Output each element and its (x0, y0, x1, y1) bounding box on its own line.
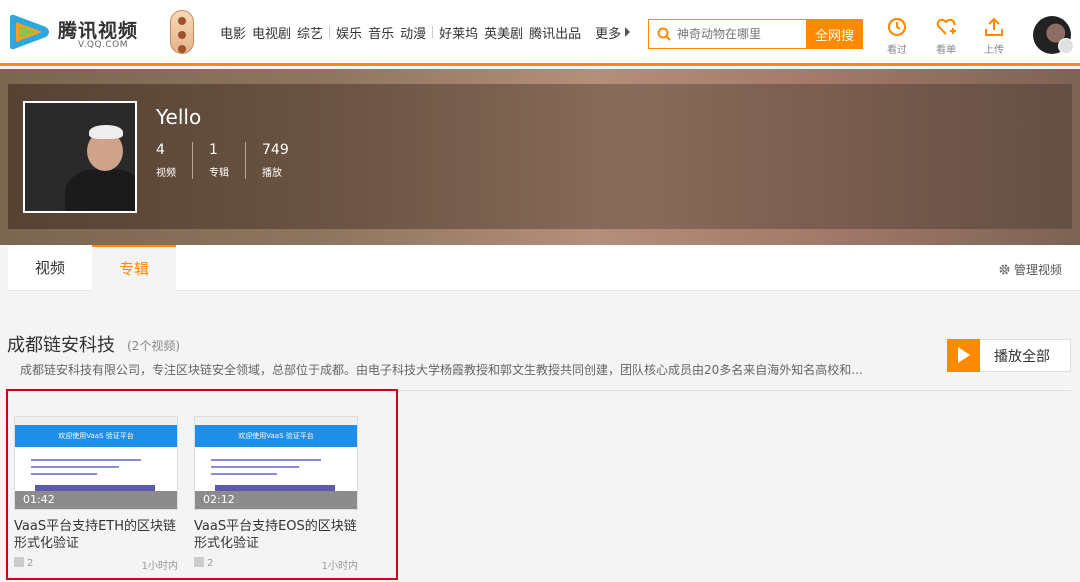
nav-hollywood[interactable]: 好莱坞 (439, 23, 478, 42)
album-title: 成都链安科技 (7, 335, 115, 356)
nav-more-label: 更多 (595, 26, 622, 42)
nav-variety[interactable]: 综艺 (297, 23, 323, 42)
gear-icon (999, 264, 1010, 275)
nav-entertainment[interactable]: 娱乐 (336, 23, 362, 42)
caret-right-icon (625, 27, 631, 37)
video-meta: 2 1小时内 (14, 557, 178, 572)
video-title[interactable]: VaaS平台支持EOS的区块链形式化验证 (194, 518, 358, 552)
search-input[interactable] (677, 20, 805, 48)
video-card[interactable]: 欢迎使用VaaS 验证平台 02:12 VaaS平台支持EOS的区块链形式化验证… (194, 416, 358, 572)
search-icon (657, 27, 671, 41)
play-count: 2 (207, 558, 214, 569)
top-header: 腾讯视频 V.QQ.COM 电影 电视剧 综艺 娱乐 音乐 动漫 好莱坞 英美剧… (0, 0, 1080, 66)
video-title[interactable]: VaaS平台支持ETH的区块链形式化验证 (14, 518, 178, 552)
history-icon (887, 17, 907, 37)
upload-icon (985, 17, 1003, 36)
video-duration: 01:42 (15, 491, 177, 509)
nav-movie[interactable]: 电影 (220, 23, 246, 42)
search-box: 全网搜 (648, 19, 863, 49)
search-all-button[interactable]: 全网搜 (806, 19, 863, 49)
main-nav: 电影 电视剧 综艺 娱乐 音乐 动漫 好莱坞 英美剧 腾讯出品 更多 (220, 22, 631, 42)
avatar-badge-icon (1058, 38, 1074, 54)
mascot-icon[interactable] (170, 10, 194, 54)
video-duration: 02:12 (195, 491, 357, 509)
heart-plus-icon (936, 18, 956, 35)
upload-label: 上传 (984, 45, 1004, 56)
profile-tabs: 视频 专辑 管理视频 (8, 245, 1080, 291)
stat-label: 专辑 (209, 168, 229, 179)
play-all-label: 播放全部 (994, 348, 1050, 365)
nav-separator (329, 26, 331, 38)
stat-albums[interactable]: 1 专辑 (209, 142, 246, 179)
nav-more[interactable]: 更多 (595, 23, 631, 42)
stat-value: 749 (262, 142, 289, 158)
tab-videos[interactable]: 视频 (8, 245, 92, 291)
tab-albums[interactable]: 专辑 (92, 245, 176, 291)
history-label: 看过 (887, 45, 907, 56)
stat-label: 播放 (262, 168, 282, 179)
watchlist-label: 看单 (936, 45, 956, 56)
thumbnail-banner-text: 欢迎使用VaaS 验证平台 (15, 425, 177, 447)
nav-music[interactable]: 音乐 (368, 23, 394, 42)
play-icon (947, 338, 980, 372)
manage-videos-label: 管理视频 (1013, 263, 1062, 277)
nav-tencent-original[interactable]: 腾讯出品 (529, 23, 581, 42)
logo-play-icon (10, 14, 49, 50)
logo-text: 腾讯视频 (58, 20, 139, 42)
video-card[interactable]: 欢迎使用VaaS 验证平台 01:42 VaaS平台支持ETH的区块链形式化验证… (14, 416, 178, 572)
play-all-button[interactable]: 播放全部 (947, 338, 1071, 372)
stat-plays: 749 播放 (262, 142, 305, 179)
upload-button[interactable]: 上传 (976, 16, 1012, 56)
nav-us-uk-series[interactable]: 英美剧 (484, 23, 523, 42)
video-thumbnail[interactable]: 欢迎使用VaaS 验证平台 01:42 (14, 416, 178, 510)
watchlist-button[interactable]: 看单 (928, 16, 964, 56)
video-meta: 2 1小时内 (194, 557, 358, 572)
upload-time: 1小时内 (321, 561, 358, 572)
logo-subtext: V.QQ.COM (78, 40, 129, 50)
profile-avatar[interactable] (23, 101, 137, 213)
album-description: 成都链安科技有限公司，专注区块链安全领域，总部位于成都。由电子科技大学杨霞教授和… (20, 363, 863, 377)
stat-videos[interactable]: 4 视频 (156, 142, 193, 179)
site-logo[interactable]: 腾讯视频 V.QQ.COM (6, 10, 148, 56)
nav-anime[interactable]: 动漫 (400, 23, 426, 42)
play-count-icon (194, 557, 204, 567)
upload-time: 1小时内 (141, 561, 178, 572)
stat-label: 视频 (156, 168, 176, 179)
play-count: 2 (27, 558, 34, 569)
history-button[interactable]: 看过 (879, 16, 915, 56)
nav-tv[interactable]: 电视剧 (252, 23, 291, 42)
stat-value: 1 (209, 142, 218, 158)
nav-separator (432, 26, 434, 38)
profile-stats: 4 视频 1 专辑 749 播放 (156, 142, 321, 179)
thumbnail-banner-text: 欢迎使用VaaS 验证平台 (195, 425, 357, 447)
manage-videos-button[interactable]: 管理视频 (998, 261, 1062, 278)
stat-value: 4 (156, 142, 165, 158)
album-video-count: (2个视频) (127, 339, 180, 353)
profile-name: Yello (156, 105, 202, 129)
video-thumbnail[interactable]: 欢迎使用VaaS 验证平台 02:12 (194, 416, 358, 510)
play-count-icon (14, 557, 24, 567)
